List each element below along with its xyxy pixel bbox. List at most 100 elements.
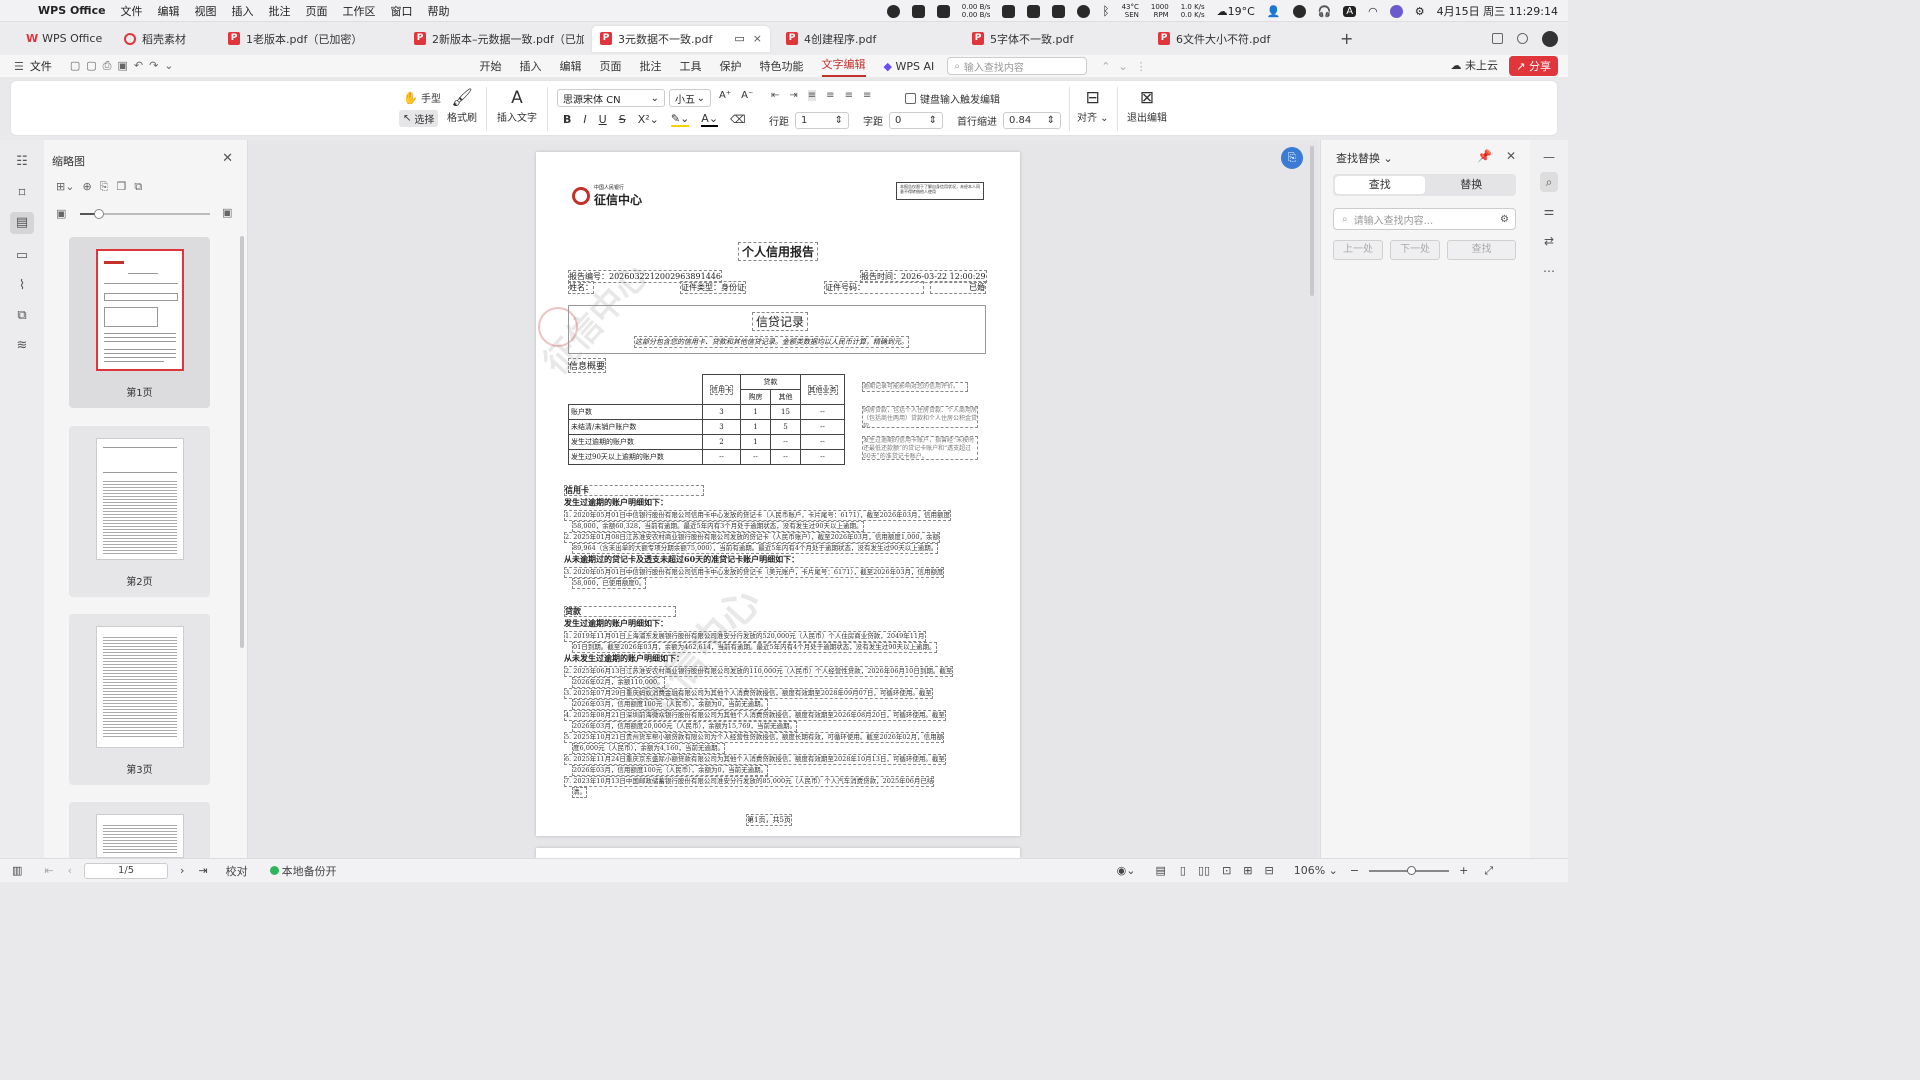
- zoom-in-icon[interactable]: +: [1459, 864, 1468, 877]
- align-right-icon[interactable]: ≡: [845, 90, 853, 101]
- section-title[interactable]: 信贷记录: [752, 312, 809, 331]
- menu-edit[interactable]: 编辑: [158, 3, 180, 19]
- select-tool-button[interactable]: ↖ 选择: [399, 110, 439, 127]
- char-spacing-input[interactable]: 0 ⇕: [889, 112, 943, 129]
- record-line[interactable]: 89,964（含未出单的大额专项分期余额75,000），当前有逾期。最近5年内有…: [572, 543, 939, 554]
- table-cell[interactable]: --: [702, 449, 741, 465]
- thumbnail-page-4[interactable]: [69, 802, 210, 858]
- side-note[interactable]: 逾期记录可能影响对您的信用评价。: [862, 382, 968, 392]
- record-line[interactable]: 6. 2025年11月24日重庆京东盛际小额贷款有限公司为其他个人消费贷款授信，…: [564, 754, 946, 765]
- record-line[interactable]: 2. 2025年01月08日江苏淮安农村商业银行股份有限公司发放的贷记卡（人民币…: [564, 532, 941, 543]
- next-match-button[interactable]: 下一处: [1390, 240, 1440, 260]
- tab-doc-2[interactable]: P 2新版本–元数据一致.pdf（已加密）: [406, 26, 584, 52]
- grow-font-icon[interactable]: A⁺: [719, 90, 731, 101]
- add-tab-icon[interactable]: +: [1340, 29, 1353, 48]
- attachment-icon[interactable]: ⌇: [14, 278, 30, 293]
- checkbox[interactable]: [905, 93, 916, 104]
- italic-icon[interactable]: I: [583, 113, 586, 126]
- align-left-icon[interactable]: ≡: [807, 90, 817, 101]
- record-line[interactable]: 2026年03月，信用额度100元（人民币），余额为0，当前无逾期。: [572, 765, 769, 776]
- record-line[interactable]: 3. 2025年07月29日重庆蚂蚁消费金融有限公司为其他个人消费贷款授信，额度…: [564, 688, 933, 699]
- table-subheader[interactable]: 其他: [770, 389, 801, 405]
- align-objects-button[interactable]: ⊟ 对齐 ⌄: [1077, 87, 1109, 124]
- underline-icon[interactable]: U: [599, 113, 607, 126]
- fullscreen-icon[interactable]: ⤢: [1484, 864, 1493, 878]
- tab-find[interactable]: 查找: [1335, 176, 1425, 194]
- float-window-icon[interactable]: ▭: [734, 32, 744, 45]
- table-cell[interactable]: 1: [740, 434, 771, 450]
- stepper-icon[interactable]: ⇕: [929, 115, 937, 126]
- user-icon[interactable]: 👤: [1267, 5, 1281, 18]
- section-description[interactable]: 这部分包含您的信用卡、贷款和其他信贷记录。金额类数据均以人民币计算，精确到元。: [634, 336, 909, 348]
- loan-subheading[interactable]: 从未发生过逾期的账户明细如下：: [564, 654, 684, 663]
- thumbnail-page-1[interactable]: 第1页: [69, 237, 210, 408]
- clock-text[interactable]: 4月15日 周三 11:29:14: [1437, 3, 1558, 19]
- credit-card-title[interactable]: 信用卡: [564, 485, 704, 496]
- ribbon-tab-features[interactable]: 特色功能: [760, 58, 804, 74]
- table-cell[interactable]: 5: [770, 419, 801, 435]
- restore-icon[interactable]: [1492, 33, 1503, 44]
- record-line[interactable]: 1. 2020年05月01日中信银行股份有限公司信用卡中心发放的贷记卡（人民币账…: [564, 510, 951, 521]
- table-cell[interactable]: 1: [740, 404, 771, 420]
- grid-view-icon[interactable]: ⊞⌄: [56, 180, 74, 194]
- credit-subheading[interactable]: 从未逾期过的贷记卡及透支未超过60天的准贷记卡账户明细如下：: [564, 555, 799, 564]
- page-footer[interactable]: 第1页，共5页: [746, 814, 792, 826]
- find-button[interactable]: 查找: [1447, 240, 1516, 260]
- settings-icon[interactable]: ⚙: [1500, 214, 1509, 225]
- bookmark-icon[interactable]: ⌑: [14, 186, 30, 201]
- table-subheader[interactable]: 购房: [740, 389, 771, 405]
- bluetooth-icon[interactable]: ᛒ: [1102, 4, 1109, 18]
- font-color-icon[interactable]: A⌄: [701, 112, 719, 127]
- table-header[interactable]: 信用卡: [702, 374, 741, 405]
- notice-stamp[interactable]: 本报告仅限于了解自身信用状况，未经本人同意不得转借他人使用: [896, 182, 984, 200]
- row-label[interactable]: 未结清/未销户账户数: [568, 419, 703, 435]
- record-line[interactable]: 58,000，余额60,328，当前有逾期。最近5年内有3个月处于逾期状态，没有…: [572, 521, 864, 532]
- record-line[interactable]: 7. 2023年10月13日中国邮政储蓄银行股份有限公司淮安分行发放的85,00…: [564, 776, 935, 787]
- thumbnail-icon[interactable]: ▤: [10, 212, 34, 234]
- record-line[interactable]: 2026年03月，信用额度20,000元（人民币），余额为15,769，当前无逾…: [572, 721, 798, 732]
- input-method[interactable]: A: [1343, 5, 1357, 17]
- report-title[interactable]: 个人信用报告: [738, 242, 819, 261]
- hamburger-icon[interactable]: ☰: [14, 60, 24, 73]
- table-cell[interactable]: 3: [702, 404, 741, 420]
- record-line[interactable]: 1. 2019年11月01日上海浦东发展银行股份有限公司淮安分行发放的520,0…: [564, 631, 926, 642]
- ribbon-tab-protect[interactable]: 保护: [720, 58, 742, 74]
- row-label[interactable]: 账户数: [568, 404, 703, 420]
- overview-title[interactable]: 信息概要: [568, 358, 607, 373]
- menu-window[interactable]: 窗口: [391, 3, 413, 19]
- continuous-view-icon[interactable]: ▯: [1180, 864, 1186, 877]
- table-cell[interactable]: --: [800, 434, 845, 450]
- prev-page-icon[interactable]: ‹: [68, 864, 72, 877]
- increase-indent-icon[interactable]: ⇥: [789, 90, 797, 101]
- headphones-icon[interactable]: 🎧: [1318, 5, 1332, 18]
- highlight-icon[interactable]: ✎⌄: [670, 112, 690, 127]
- id-type[interactable]: 证件类型：身份证: [680, 281, 746, 294]
- menu-app-name[interactable]: WPS Office: [38, 4, 106, 17]
- insert-text-button[interactable]: A 插入文字: [497, 87, 537, 124]
- extract-page-icon[interactable]: ⎘: [100, 180, 109, 194]
- double-page-view-icon[interactable]: ▯▯: [1198, 864, 1210, 877]
- thumbnail-size-slider[interactable]: [80, 209, 210, 219]
- wifi-icon[interactable]: ◠: [1368, 5, 1378, 18]
- comment-icon[interactable]: ▭: [14, 248, 30, 263]
- record-line[interactable]: 58,000，已使用额度0。: [572, 578, 647, 589]
- more-icon[interactable]: ⋯: [1540, 264, 1558, 278]
- font-size-select[interactable]: 小五 ⌄: [669, 89, 711, 107]
- row-label[interactable]: 发生过90天以上逾期的账户数: [568, 449, 703, 465]
- table-cell[interactable]: --: [800, 449, 845, 465]
- fit-page-icon[interactable]: ⊞: [1243, 864, 1252, 877]
- record-line[interactable]: 5. 2025年10月21日贵州货车帮小额贷款有限公司为个人经营性贷款授信，额度…: [564, 732, 945, 743]
- close-icon[interactable]: ✕: [1506, 149, 1516, 163]
- menu-workspace[interactable]: 工作区: [343, 3, 376, 19]
- slider-knob[interactable]: [94, 209, 104, 219]
- record-line[interactable]: 度6,000元（人民币），余额为4,160，当前无逾期。: [572, 743, 725, 754]
- ribbon-search-input[interactable]: ⌕ 输入查找内容: [947, 57, 1088, 75]
- line-spacing-input[interactable]: 1 ⇕: [795, 112, 849, 129]
- record-line[interactable]: 01日到期。截至2026年03月，余额为462,614，当前有逾期。最近5年内有…: [572, 642, 937, 653]
- table-header[interactable]: 其他业务: [800, 374, 845, 405]
- row-label[interactable]: 发生过逾期的账户数: [568, 434, 703, 450]
- file-menu[interactable]: 文件: [30, 58, 52, 74]
- menu-page[interactable]: 页面: [306, 3, 328, 19]
- document-scrollbar[interactable]: [1310, 146, 1314, 296]
- eye-protection-icon[interactable]: ◉⌄: [1117, 864, 1136, 877]
